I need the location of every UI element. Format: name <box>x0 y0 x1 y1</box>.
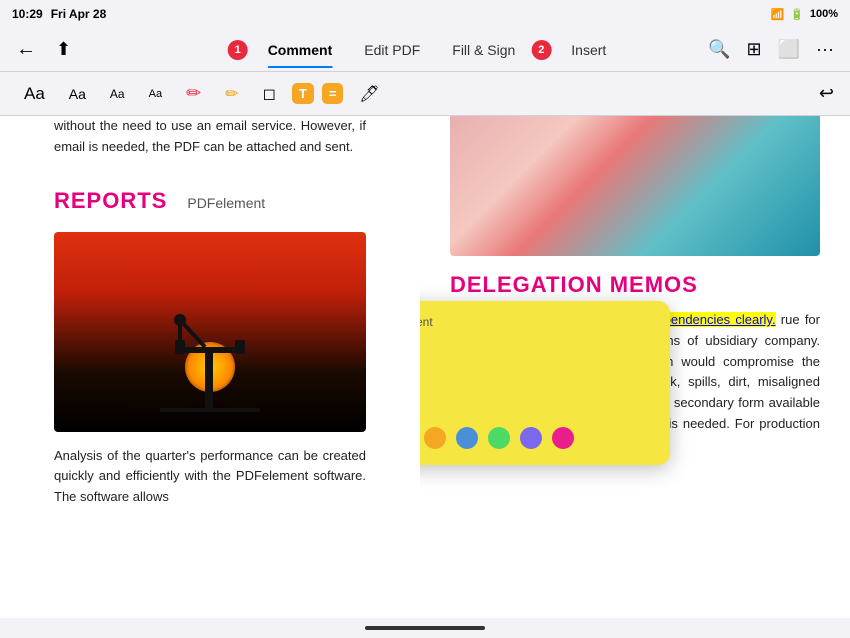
tab-fillsign[interactable]: Fill & Sign <box>436 34 531 66</box>
more-icon[interactable]: ··· <box>816 39 834 60</box>
pdfelement-watermark-left: PDFelement <box>187 195 265 211</box>
tab-editpdf[interactable]: Edit PDF <box>348 34 436 66</box>
main-content: without the need to use an email service… <box>0 116 850 618</box>
tab-insert[interactable]: Insert <box>555 34 622 66</box>
step-badge-2: 2 <box>531 40 551 60</box>
wifi-icon: 📶 <box>770 8 784 21</box>
color-green-btn[interactable] <box>488 427 510 449</box>
share-button[interactable]: ⬆ <box>56 39 71 60</box>
step-badge-1: 1 <box>228 40 248 60</box>
tab-comment[interactable]: Comment <box>252 34 349 66</box>
popup-content-area[interactable] <box>420 335 654 415</box>
text-size-medium-btn[interactable]: Aa <box>61 82 94 106</box>
bottom-left-text: Analysis of the quarter's performance ca… <box>54 446 366 508</box>
text-size-large-btn[interactable]: Aa <box>16 80 53 108</box>
text-size-small-btn[interactable]: Aa <box>102 83 133 105</box>
pre-reports-text: without the need to use an email service… <box>54 116 366 158</box>
status-time: 10:29 <box>12 7 43 21</box>
comment-popup: PDFelement ☆ <box>420 301 670 465</box>
color-orange-btn[interactable] <box>424 427 446 449</box>
toolbar: Aa Aa Aa Aa ✏ ✏ ◻ T = 🖊 ↩ <box>0 72 850 116</box>
status-day: Fri Apr 28 <box>51 7 107 21</box>
sticky-note-btn[interactable]: 🖊 <box>351 80 387 108</box>
underline-btn[interactable]: = <box>322 83 344 104</box>
top-nav: ← ⬆ 1 Comment Edit PDF Fill & Sign 2 Ins… <box>0 28 850 72</box>
popup-author: PDFelement <box>420 315 654 329</box>
undo-button[interactable]: ↩ <box>819 83 834 104</box>
popup-actions: ☆ <box>420 427 654 449</box>
delegation-heading: DELEGATION MEMOS <box>450 272 820 298</box>
reports-heading: REPORTS <box>54 188 167 214</box>
bottom-bar <box>0 618 850 638</box>
window-icon[interactable]: ⬜ <box>778 39 800 60</box>
header-photo <box>450 116 820 256</box>
pen-red-btn[interactable]: ✏ <box>178 79 209 108</box>
text-size-xs-btn[interactable]: Aa <box>141 84 170 104</box>
right-column: DELEGATION MEMOS es must be able to dele… <box>420 116 850 618</box>
eraser-btn[interactable]: ◻ <box>255 80 284 108</box>
color-blue-btn[interactable] <box>456 427 478 449</box>
home-indicator <box>365 626 485 630</box>
battery-level: 100% <box>810 8 838 20</box>
pen-orange-btn[interactable]: ✏ <box>217 80 246 108</box>
status-bar: 10:29 Fri Apr 28 📶 🔋 100% <box>0 0 850 28</box>
back-button[interactable]: ← <box>16 38 36 61</box>
battery-icon: 🔋 <box>790 8 804 21</box>
highlight-btn[interactable]: T <box>292 83 314 104</box>
oil-field-image <box>54 232 366 432</box>
grid-icon[interactable]: ⊞ <box>747 39 762 60</box>
color-purple-btn[interactable] <box>520 427 542 449</box>
color-pink-btn[interactable] <box>552 427 574 449</box>
left-column: without the need to use an email service… <box>0 116 420 618</box>
oil-pump-graphic <box>150 292 270 412</box>
search-icon[interactable]: 🔍 <box>708 39 730 60</box>
